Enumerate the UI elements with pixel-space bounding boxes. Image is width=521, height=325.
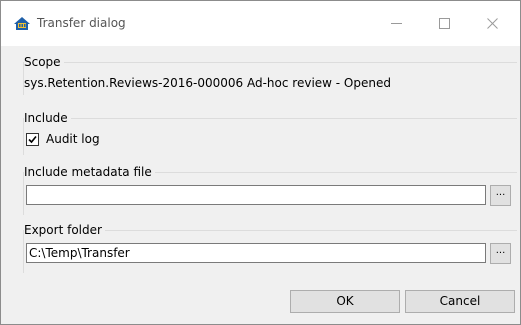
metadata-file-input[interactable] [26, 185, 486, 205]
include-legend: Include [24, 110, 71, 126]
include-group: Include Audit log [23, 110, 517, 155]
close-button[interactable] [469, 1, 515, 46]
maximize-button[interactable] [421, 1, 467, 46]
minimize-icon [390, 18, 402, 29]
scope-value: sys.Retention.Reviews-2016-000006 Ad-hoc… [24, 76, 391, 90]
export-group: Export folder C:\Temp\Transfer ... [23, 222, 517, 273]
export-folder-input[interactable]: C:\Temp\Transfer [26, 243, 486, 263]
ilis-logo-icon [13, 15, 31, 31]
checkmark-icon [28, 135, 37, 144]
metadata-legend: Include metadata file [24, 164, 155, 180]
scope-group: Scope sys.Retention.Reviews-2016-000006 … [23, 54, 517, 95]
title-bar[interactable]: Transfer dialog [1, 1, 520, 46]
metadata-browse-button[interactable]: ... [490, 185, 511, 206]
audit-log-label[interactable]: Audit log [46, 132, 100, 146]
minimize-button[interactable] [373, 1, 419, 46]
close-icon [486, 18, 498, 29]
export-browse-button[interactable]: ... [490, 243, 511, 264]
ok-button[interactable]: OK [290, 290, 400, 313]
window-title: Transfer dialog [37, 16, 126, 30]
transfer-dialog-window: Transfer dialog Scope sys.Retention.Revi… [0, 0, 521, 325]
cancel-button[interactable]: Cancel [405, 290, 515, 313]
scope-legend: Scope [24, 54, 64, 70]
metadata-group: Include metadata file ... [23, 164, 517, 215]
maximize-icon [438, 18, 450, 29]
export-legend: Export folder [24, 222, 105, 238]
audit-log-checkbox[interactable] [26, 133, 39, 146]
